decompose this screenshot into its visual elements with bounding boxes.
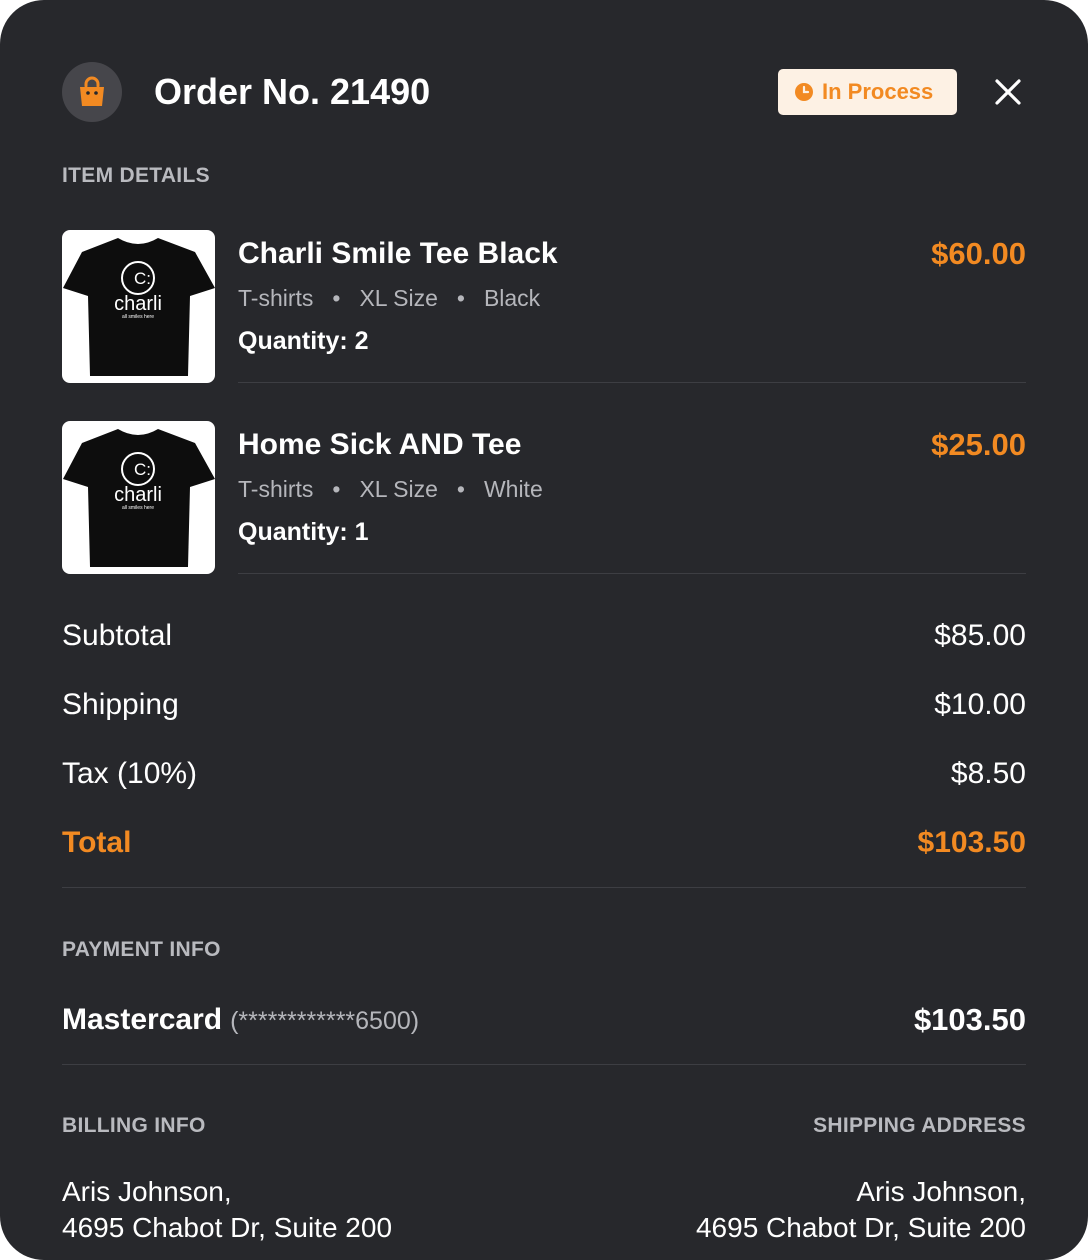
thumb-brand-text: charli	[114, 484, 162, 506]
item-color: Black	[483, 285, 541, 311]
payment-amount: $103.50	[913, 1002, 1026, 1037]
separator-dot: •	[456, 285, 465, 311]
item-name: Home Sick AND Tee	[238, 428, 522, 461]
shipping-address-label: SHIPPING ADDRESS	[813, 1114, 1026, 1137]
separator-dot: •	[456, 476, 465, 502]
svg-text:C:: C:	[134, 269, 151, 288]
payment-info-label: PAYMENT INFO	[62, 938, 221, 961]
item-price: $60.00	[931, 236, 1026, 271]
separator-dot: •	[332, 285, 341, 311]
tax-row: Tax (10%) $8.50	[62, 754, 1026, 794]
order-details-modal: Order No. 21490 In Process ITEM DETAILS …	[0, 0, 1088, 1260]
item-meta: T-shirts • XL Size • Black	[238, 282, 540, 314]
total-value: $103.50	[917, 826, 1026, 859]
item-size: XL Size	[359, 285, 438, 311]
thumb-brand-text: charli	[114, 293, 162, 315]
total-row: Total $103.50	[62, 823, 1026, 863]
close-icon	[995, 79, 1021, 105]
item-divider	[238, 573, 1026, 574]
payment-method: Mastercard	[62, 1003, 223, 1036]
subtotal-value: $85.00	[934, 619, 1026, 652]
item-quantity: Quantity: 1	[238, 518, 369, 546]
svg-text:C:: C:	[134, 460, 151, 479]
close-button[interactable]	[990, 74, 1026, 110]
product-thumbnail[interactable]: C: charli all smiles here	[62, 421, 215, 574]
tax-label: Tax (10%)	[62, 757, 198, 790]
thumb-tagline-text: all smiles here	[122, 505, 154, 511]
separator-dot: •	[332, 476, 341, 502]
payment-row: Mastercard (************6500) $103.50	[62, 998, 1026, 1042]
order-item: C: charli all smiles here Charli Smile T…	[62, 230, 1026, 383]
subtotal-row: Subtotal $85.00	[62, 616, 1026, 656]
shipping-label: Shipping	[62, 688, 179, 721]
shipping-name: Aris Johnson,	[856, 1176, 1026, 1207]
clock-icon	[794, 82, 814, 102]
status-label: In Process	[822, 79, 934, 104]
status-badge: In Process	[778, 69, 957, 115]
tax-value: $8.50	[950, 757, 1026, 790]
order-title: Order No. 21490	[154, 71, 431, 112]
item-meta: T-shirts • XL Size • White	[238, 473, 543, 505]
tshirt-image: C: charli all smiles here	[63, 238, 215, 376]
shopping-bag-icon	[62, 62, 122, 122]
shipping-row: Shipping $10.00	[62, 685, 1026, 725]
item-category: T-shirts	[238, 285, 314, 311]
billing-address-line: 4695 Chabot Dr, Suite 200	[62, 1212, 393, 1243]
order-item: C: charli all smiles here Home Sick AND …	[62, 421, 1026, 574]
billing-info-label: BILLING INFO	[62, 1114, 206, 1137]
item-details-label: ITEM DETAILS	[62, 164, 210, 187]
item-color: White	[483, 476, 543, 502]
item-quantity: Quantity: 2	[238, 327, 369, 355]
summary-divider	[62, 887, 1026, 888]
thumb-tagline-text: all smiles here	[122, 314, 154, 320]
product-thumbnail[interactable]: C: charli all smiles here	[62, 230, 215, 383]
shipping-address-line: 4695 Chabot Dr, Suite 200	[695, 1212, 1026, 1243]
tshirt-image: C: charli all smiles here	[63, 429, 215, 567]
item-divider	[238, 382, 1026, 383]
subtotal-label: Subtotal	[62, 619, 173, 652]
billing-name: Aris Johnson,	[62, 1176, 232, 1207]
item-price: $25.00	[931, 427, 1026, 462]
item-name: Charli Smile Tee Black	[238, 237, 558, 270]
shipping-value: $10.00	[934, 688, 1026, 721]
payment-divider	[62, 1064, 1026, 1065]
item-size: XL Size	[359, 476, 438, 502]
total-label: Total	[62, 826, 132, 859]
item-category: T-shirts	[238, 476, 314, 502]
card-number-mask: (************6500)	[230, 1007, 420, 1035]
